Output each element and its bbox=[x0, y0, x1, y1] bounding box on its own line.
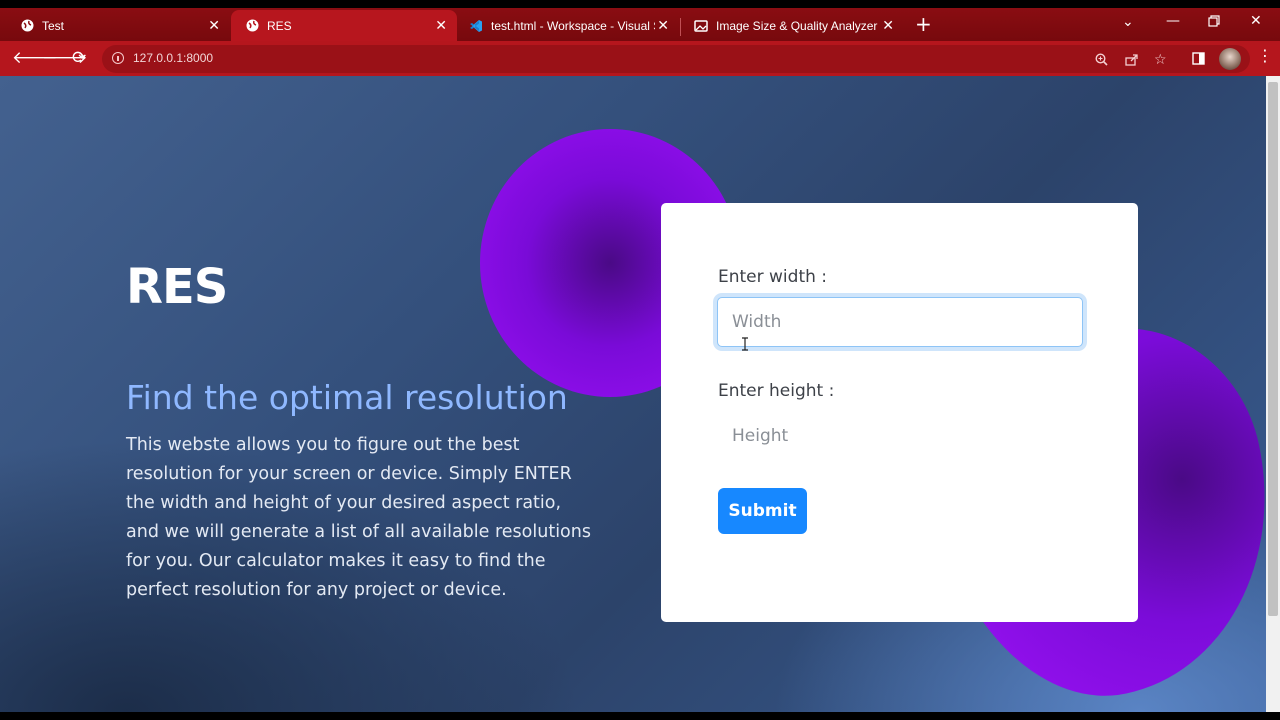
close-tab-icon[interactable]: ✕ bbox=[435, 18, 447, 32]
vscode-icon bbox=[469, 19, 483, 33]
height-input[interactable] bbox=[717, 411, 1083, 461]
reload-icon[interactable]: ⟳ bbox=[72, 50, 86, 67]
minimize-icon[interactable]: — bbox=[1166, 14, 1180, 28]
tab-test[interactable]: Test ✕ bbox=[6, 10, 230, 41]
bookmark-star-icon[interactable]: ☆ bbox=[1154, 53, 1167, 67]
close-tab-icon[interactable]: ✕ bbox=[882, 18, 894, 32]
site-info-icon[interactable] bbox=[112, 52, 124, 64]
address-bar[interactable]: 127.0.0.1:8000 ☆ bbox=[102, 45, 1250, 73]
window-close-icon[interactable]: ✕ bbox=[1250, 14, 1262, 28]
width-label: Enter width : bbox=[718, 267, 828, 287]
globe-icon bbox=[245, 19, 259, 33]
top-black-bar bbox=[0, 0, 1280, 8]
width-input[interactable] bbox=[717, 297, 1083, 347]
bottom-black-bar bbox=[0, 712, 1280, 720]
restore-icon[interactable] bbox=[1208, 15, 1220, 30]
page-title: RES bbox=[126, 259, 228, 315]
height-label: Enter height : bbox=[718, 381, 835, 401]
tab-label: Image Size & Quality Analyzer fo bbox=[716, 18, 880, 33]
tab-search-chevron-icon[interactable]: ⌄ bbox=[1122, 15, 1134, 29]
side-panel-icon[interactable] bbox=[1192, 52, 1205, 68]
text-cursor-icon bbox=[742, 336, 748, 351]
tab-image-analyzer[interactable]: Image Size & Quality Analyzer fo ✕ bbox=[680, 10, 904, 41]
resolution-form-card: Enter width : Enter height : Submit bbox=[661, 203, 1138, 622]
page-subtitle: Find the optimal resolution bbox=[126, 378, 568, 417]
share-icon[interactable] bbox=[1125, 53, 1138, 69]
new-tab-icon[interactable]: + bbox=[915, 14, 932, 34]
tab-res[interactable]: RES ✕ bbox=[231, 10, 457, 41]
zoom-icon[interactable] bbox=[1095, 53, 1108, 69]
submit-button[interactable]: Submit bbox=[718, 488, 807, 534]
close-tab-icon[interactable]: ✕ bbox=[657, 18, 669, 32]
page-description: This webste allows you to figure out the… bbox=[126, 435, 591, 600]
image-icon bbox=[694, 19, 708, 33]
tab-label: RES bbox=[267, 18, 292, 33]
url-text: 127.0.0.1:8000 bbox=[133, 51, 214, 65]
globe-icon bbox=[20, 19, 34, 33]
tab-label: test.html - Workspace - Visual St bbox=[491, 18, 655, 33]
tab-label: Test bbox=[42, 18, 65, 33]
scrollbar-thumb[interactable] bbox=[1268, 82, 1278, 616]
menu-kebab-icon[interactable]: ⋮ bbox=[1257, 48, 1273, 64]
page-viewport: RES Find the optimal resolution This web… bbox=[0, 76, 1266, 712]
tab-strip: Test ✕ RES ✕ test.html - Workspace - Vis… bbox=[0, 8, 1280, 41]
close-tab-icon[interactable]: ✕ bbox=[208, 18, 220, 32]
profile-avatar[interactable] bbox=[1219, 48, 1241, 70]
tab-vscode[interactable]: test.html - Workspace - Visual St ✕ bbox=[455, 10, 679, 41]
browser-toolbar: 🡐 🡒 ⟳ 127.0.0.1:8000 ☆ ⋮ bbox=[0, 41, 1280, 76]
